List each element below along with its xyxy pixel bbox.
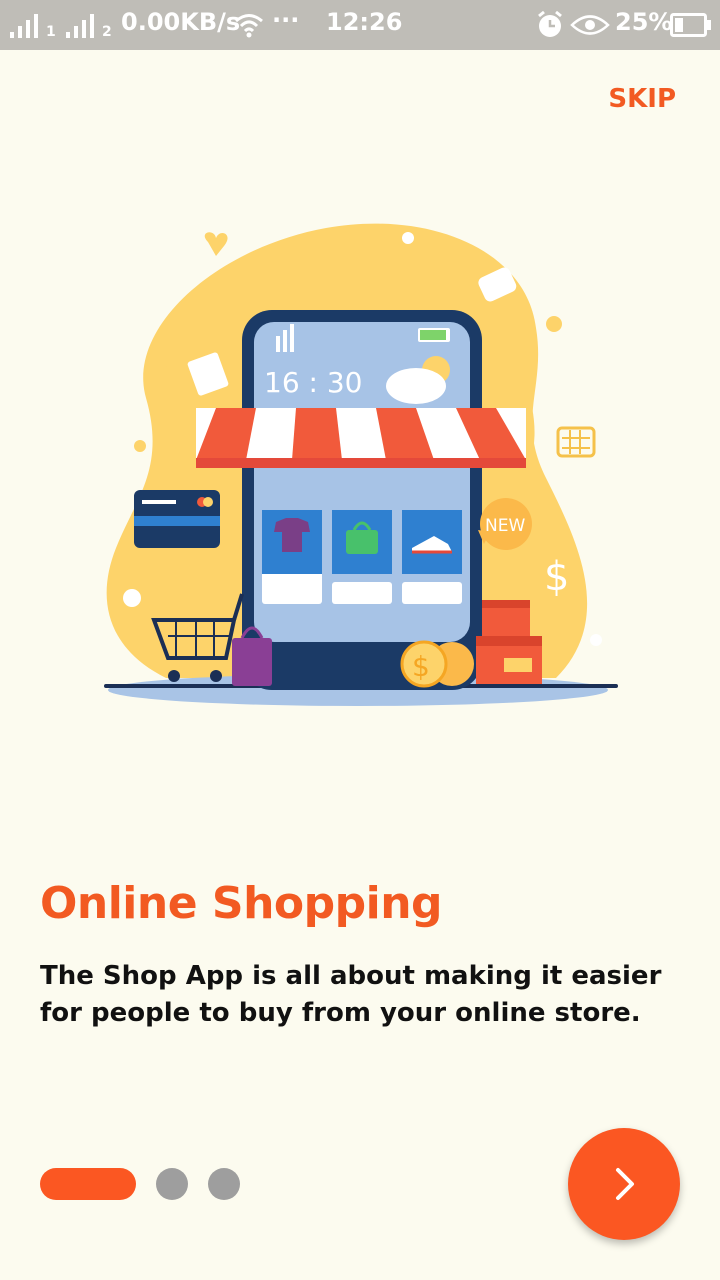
svg-text:$: $	[544, 554, 569, 600]
svg-text:$: $	[412, 650, 430, 683]
battery-percent: 25%	[615, 8, 673, 36]
page-title: Online Shopping	[40, 878, 443, 929]
page-description: The Shop App is all about making it easi…	[40, 961, 662, 1028]
svg-text:NEW: NEW	[485, 516, 525, 536]
next-button[interactable]	[568, 1128, 680, 1240]
skip-button[interactable]: SKIP	[608, 84, 676, 114]
battery-icon	[670, 13, 711, 37]
page-dot-active	[40, 1168, 136, 1200]
alarm-icon	[538, 11, 562, 37]
more-indicator: ···	[272, 6, 300, 34]
svg-text:16 : 30: 16 : 30	[264, 366, 363, 399]
page-dot	[208, 1168, 240, 1200]
network-speed: 0.00KB/s	[121, 8, 241, 36]
signal-icon	[10, 14, 38, 38]
eye-icon	[570, 15, 610, 35]
sim1-label: 1	[46, 24, 56, 40]
chevron-right-icon	[616, 1168, 634, 1200]
online-shop-illustration: $ 16 : 30 NEW $	[104, 223, 618, 706]
signal-icon	[66, 14, 94, 38]
page-dot	[156, 1168, 188, 1200]
wifi-icon	[235, 14, 263, 38]
status-bar: 1 2 0.00KB/s ··· 12:26 25%	[0, 0, 720, 50]
clock: 12:26	[326, 8, 403, 36]
sim2-label: 2	[102, 24, 112, 40]
